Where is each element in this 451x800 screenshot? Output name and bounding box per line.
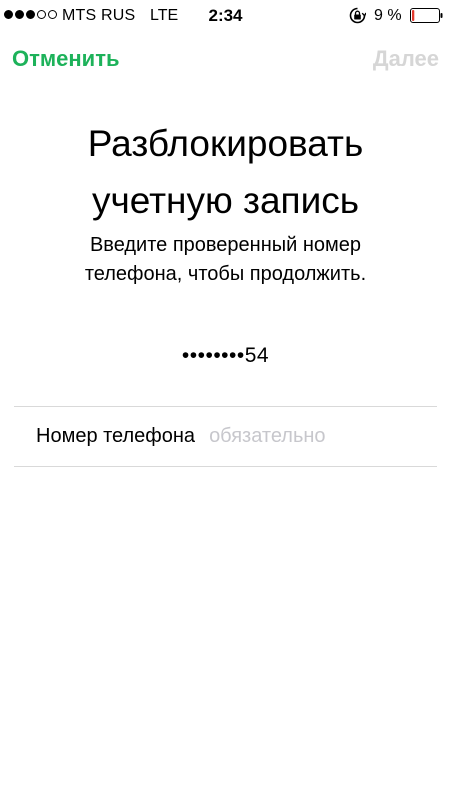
next-button[interactable]: Далее: [373, 46, 439, 72]
status-bar: MTS RUS LTE 2:34 9 %: [0, 0, 451, 30]
phone-number-input[interactable]: [209, 425, 437, 448]
page-title: Разблокировать учетную запись: [87, 123, 364, 221]
divider: [14, 466, 437, 467]
battery-percentage: 9 %: [374, 7, 402, 24]
phone-number-row[interactable]: Номер телефона: [14, 407, 437, 466]
screen: MTS RUS LTE 2:34 9 % Отменить Далее Разб…: [0, 0, 451, 800]
orientation-lock-icon: [349, 7, 366, 24]
phone-number-label: Номер телефона: [36, 425, 196, 447]
masked-phone-number: ••••••••54: [181, 344, 270, 367]
instruction-text: Введите проверенный номер телефона, чтоб…: [84, 234, 367, 285]
cancel-button[interactable]: Отменить: [12, 46, 120, 72]
battery-fill: [412, 10, 415, 21]
battery-icon: [410, 8, 443, 23]
